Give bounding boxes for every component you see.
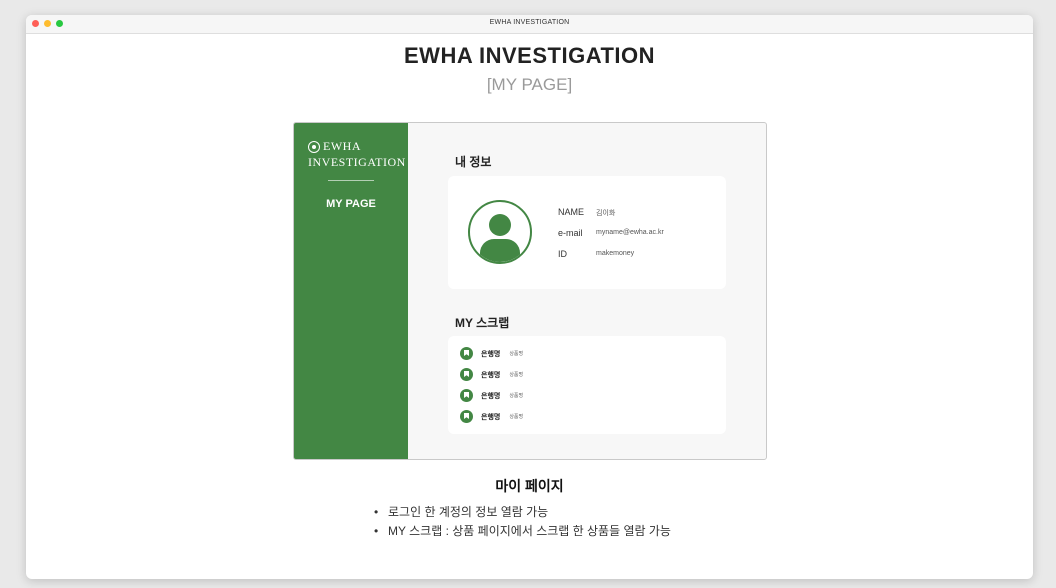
bookmark-icon [460, 368, 473, 381]
logo-text-line2: INVESTIGATION [308, 155, 406, 169]
info-label: ID [558, 249, 567, 259]
sidebar: EWHA INVESTIGATION MY PAGE [294, 123, 408, 459]
info-label: NAME [558, 207, 585, 217]
logo-emblem-icon [308, 140, 320, 153]
scrap-item[interactable]: 은행명 상품명 [460, 347, 523, 360]
bookmark-icon [460, 347, 473, 360]
window-title: EWHA INVESTIGATION [489, 19, 570, 26]
info-label: e-mail [558, 228, 583, 238]
scrap-item[interactable]: 은행명 상품명 [460, 368, 523, 381]
title-bar: EWHA INVESTIGATION [26, 15, 1033, 34]
bank-name: 은행명 [481, 392, 501, 400]
mypage-mockup: EWHA INVESTIGATION MY PAGE 내 정보 NAME 김이화… [293, 122, 767, 460]
scrap-section-title: MY 스크랩 [455, 316, 510, 330]
scrap-item[interactable]: 은행명 상품명 [460, 389, 523, 402]
product-name: 상품명 [509, 414, 524, 420]
bookmark-icon [460, 389, 473, 402]
page-title: EWHA INVESTIGATION [404, 43, 655, 68]
browser-window: EWHA INVESTIGATION EWHA INVESTIGATION [M… [26, 15, 1033, 579]
avatar-user-icon [468, 200, 532, 264]
product-name: 상품명 [509, 393, 524, 399]
bank-name: 은행명 [481, 371, 501, 379]
sidebar-divider [328, 180, 374, 181]
info-row-name: NAME 김이화 [558, 207, 615, 217]
feature-bullet: MY 스크랩 : 상품 페이지에서 스크랩 한 상품들 열람 가능 [374, 522, 671, 541]
scrap-list: 은행명 상품명 은행명 상품명 은행명 상품명 은행명 상품명 [448, 336, 726, 434]
feature-caption: 마이 페이지 [495, 478, 564, 494]
scrap-item[interactable]: 은행명 상품명 [460, 410, 523, 423]
page-subtitle: [MY PAGE] [486, 75, 573, 94]
info-value: makemoney [596, 250, 635, 257]
product-name: 상품명 [509, 351, 524, 357]
info-value: 김이화 [596, 210, 616, 217]
bank-name: 은행명 [481, 350, 501, 358]
bookmark-icon [460, 410, 473, 423]
feature-description-list: 로그인 한 계정의 정보 열람 가능 MY 스크랩 : 상품 페이지에서 스크랩… [374, 503, 671, 541]
profile-card: NAME 김이화 e-mail myname@ewha.ac.kr ID mak… [448, 176, 726, 289]
profile-section-title: 내 정보 [455, 155, 492, 169]
logo-text-line1: EWHA [323, 139, 361, 153]
info-value: myname@ewha.ac.kr [596, 229, 664, 236]
info-row-email: e-mail myname@ewha.ac.kr [558, 228, 664, 238]
logo[interactable]: EWHA [308, 139, 361, 154]
feature-bullet: 로그인 한 계정의 정보 열람 가능 [374, 503, 671, 522]
bank-name: 은행명 [481, 413, 501, 421]
sidebar-item-my-page[interactable]: MY PAGE [294, 198, 408, 210]
product-name: 상품명 [509, 372, 524, 378]
main-content: 내 정보 NAME 김이화 e-mail myname@ewha.ac.kr I… [408, 123, 766, 459]
info-row-id: ID makemoney [558, 249, 634, 259]
